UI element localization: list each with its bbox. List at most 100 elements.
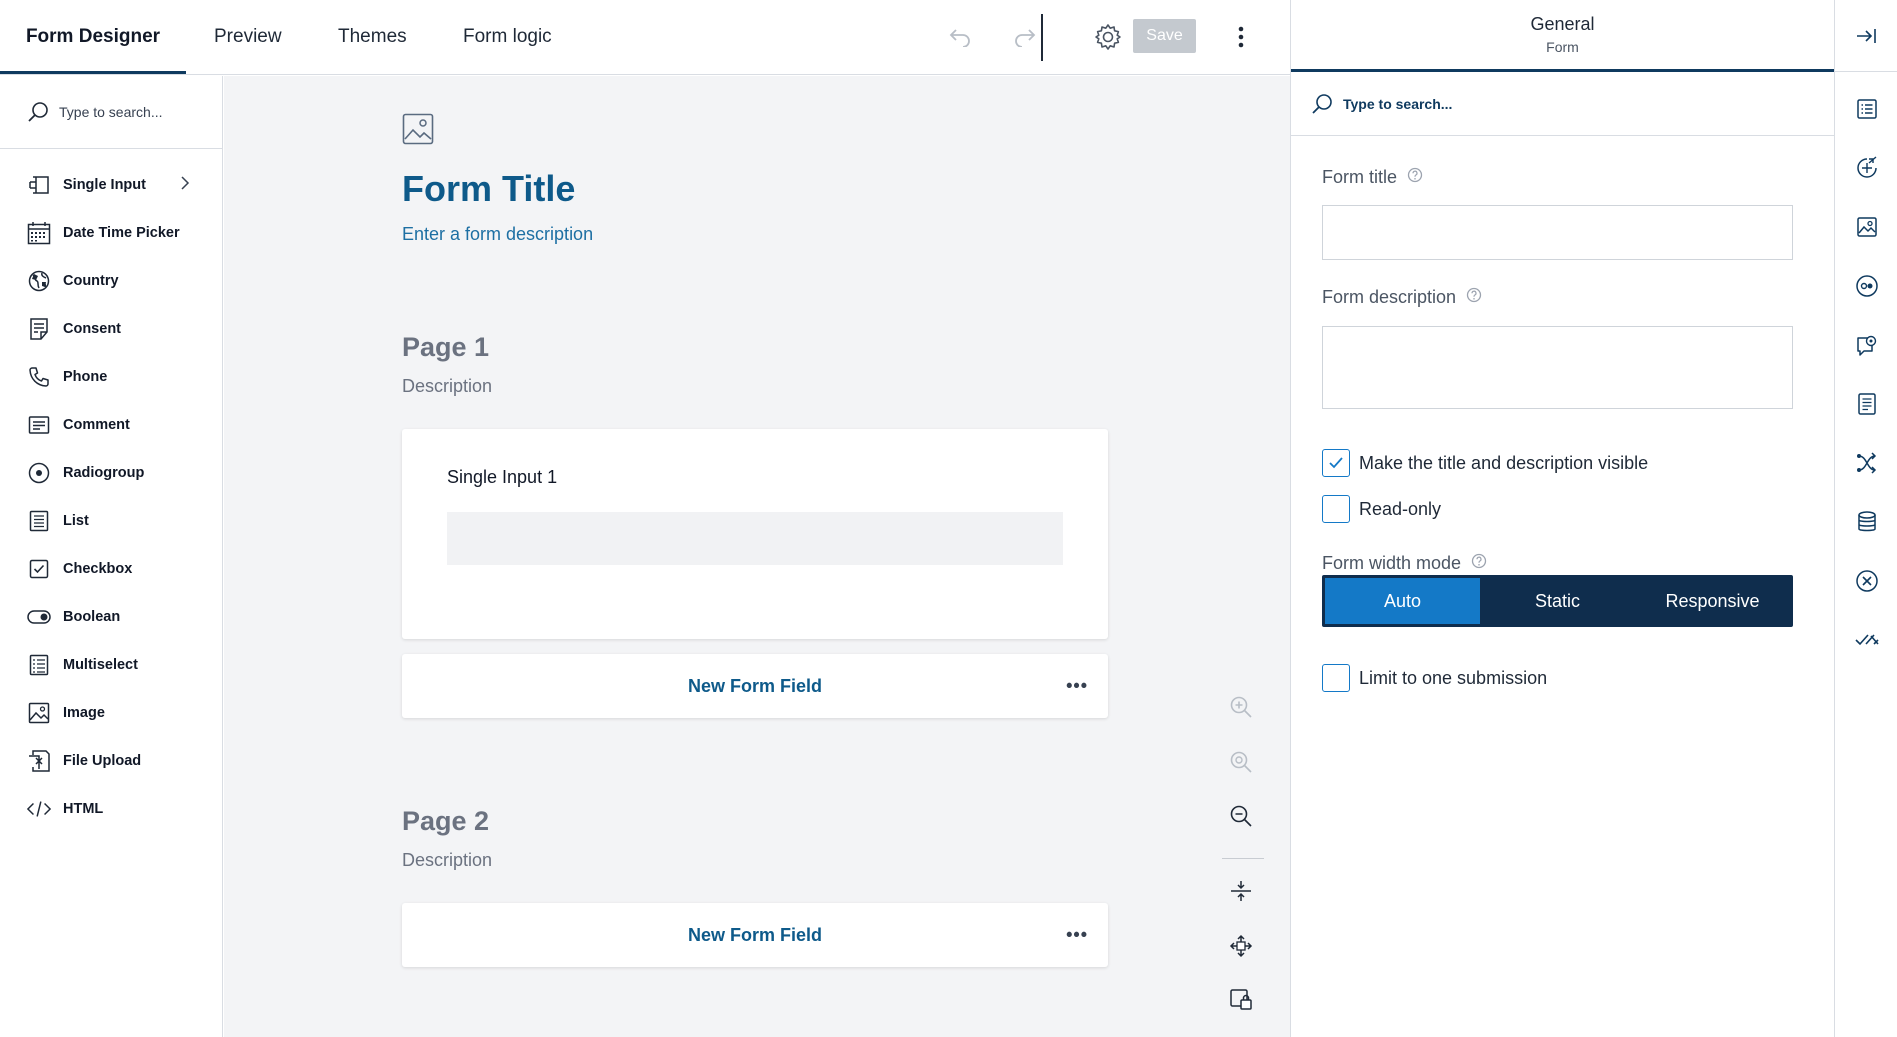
toolbox-item-file-upload[interactable]: File Upload — [0, 741, 222, 781]
more-options-icon[interactable]: ••• — [1066, 676, 1088, 697]
form-description[interactable]: Enter a form description — [402, 224, 593, 245]
undo-icon[interactable] — [943, 20, 977, 54]
form-description-label: Form description — [1322, 287, 1482, 308]
logic-category-icon[interactable] — [1853, 449, 1881, 477]
toolbox-item-radiogroup[interactable]: Radiogroup — [0, 453, 222, 493]
completion-category-icon[interactable] — [1853, 626, 1881, 654]
toolbox-item-label: Phone — [63, 369, 108, 385]
tab-form-logic[interactable]: Form logic — [463, 0, 552, 74]
more-options-icon[interactable]: ••• — [1066, 925, 1088, 946]
visible-title-checkbox[interactable]: Make the title and description visible — [1322, 449, 1648, 477]
new-form-field-button[interactable]: New Form Field ••• — [402, 903, 1108, 967]
code-icon — [27, 797, 51, 821]
toolbox-item-label: Date Time Picker — [63, 225, 180, 241]
zoom-in-icon[interactable] — [1226, 692, 1256, 722]
more-vertical-icon[interactable] — [1224, 20, 1258, 54]
form-width-mode-label-text: Form width mode — [1322, 553, 1462, 573]
toolbox-item-date-time-picker[interactable]: Date Time Picker — [0, 213, 222, 253]
general-category-icon[interactable] — [1853, 95, 1881, 123]
tab-preview[interactable]: Preview — [214, 0, 282, 74]
single-input-field[interactable] — [447, 512, 1063, 565]
page-2-title[interactable]: Page 2 — [402, 806, 489, 837]
zoom-separator — [1222, 858, 1264, 859]
tab-themes[interactable]: Themes — [338, 0, 407, 74]
form-title[interactable]: Form Title — [402, 168, 575, 210]
form-title-input[interactable] — [1322, 205, 1793, 260]
pages-settings-icon[interactable] — [1853, 331, 1881, 359]
expand-all-icon[interactable] — [1226, 931, 1256, 961]
toolbox-search[interactable]: Type to search... — [0, 76, 222, 149]
phone-icon — [27, 365, 51, 389]
toolbox-item-label: File Upload — [63, 753, 142, 769]
checkbox-box[interactable] — [1322, 449, 1350, 477]
toolbox-item-label: Checkbox — [63, 561, 133, 577]
toolbox-item-label: Country — [63, 273, 119, 289]
checkbox-icon — [27, 557, 51, 581]
gear-icon[interactable] — [1091, 20, 1125, 54]
width-mode-static[interactable]: Static — [1480, 578, 1635, 624]
toolbar-separator — [1041, 14, 1043, 61]
width-mode-auto[interactable]: Auto — [1325, 578, 1480, 624]
property-panel-title: General — [1530, 14, 1595, 34]
new-form-field-button[interactable]: New Form Field ••• — [402, 654, 1108, 718]
page-1-title[interactable]: Page 1 — [402, 332, 489, 363]
toolbox-item-single-input[interactable]: Single Input — [0, 165, 222, 205]
checkbox-box[interactable] — [1322, 664, 1350, 692]
zoom-reset-icon[interactable] — [1226, 747, 1256, 777]
multiselect-icon — [27, 653, 51, 677]
form-title-label: Form title — [1322, 167, 1423, 188]
calendar-icon — [27, 221, 51, 245]
toolbox-item-boolean[interactable]: Boolean — [0, 597, 222, 637]
toolbox-item-label: Comment — [63, 417, 130, 433]
navigation-category-icon[interactable] — [1853, 154, 1881, 182]
property-search[interactable]: Type to search... — [1291, 72, 1834, 136]
redo-icon[interactable] — [1008, 20, 1042, 54]
collapse-all-icon[interactable] — [1226, 876, 1256, 906]
data-category-icon[interactable] — [1853, 390, 1881, 418]
single-input-icon — [27, 173, 51, 197]
checkbox-box[interactable] — [1322, 495, 1350, 523]
comment-icon — [27, 413, 51, 437]
design-canvas: Form Title Enter a form description Page… — [224, 76, 1290, 1037]
property-category-rail — [1834, 0, 1897, 1037]
question-settings-icon[interactable] — [1853, 272, 1881, 300]
limit-submission-label: Limit to one submission — [1359, 667, 1548, 688]
page-2-description[interactable]: Description — [402, 850, 492, 871]
tab-form-designer[interactable]: Form Designer — [0, 0, 186, 74]
save-button[interactable]: Save — [1133, 19, 1196, 53]
chevron-right-icon — [180, 175, 190, 196]
toolbox-item-country[interactable]: Country — [0, 261, 222, 301]
globe-icon — [27, 269, 51, 293]
toolbox-item-label: List — [63, 513, 89, 529]
toolbox-panel: Type to search... Single Input Date Time… — [0, 76, 223, 1037]
validation-category-icon[interactable] — [1853, 567, 1881, 595]
form-description-textarea[interactable] — [1322, 326, 1793, 409]
help-icon[interactable] — [1407, 167, 1423, 188]
logo-category-icon[interactable] — [1853, 213, 1881, 241]
database-icon[interactable] — [1853, 508, 1881, 536]
lock-question-icon[interactable] — [1226, 984, 1256, 1014]
search-icon — [1312, 93, 1332, 114]
toolbox-item-multiselect[interactable]: Multiselect — [0, 645, 222, 685]
logo-placeholder-icon[interactable] — [402, 113, 434, 150]
toolbox-item-html[interactable]: HTML — [0, 789, 222, 829]
read-only-checkbox[interactable]: Read-only — [1322, 495, 1441, 523]
toolbox-item-label: Consent — [63, 321, 121, 337]
toolbox-item-comment[interactable]: Comment — [0, 405, 222, 445]
width-mode-responsive[interactable]: Responsive — [1635, 578, 1790, 624]
zoom-out-icon[interactable] — [1226, 801, 1256, 831]
question-title[interactable]: Single Input 1 — [447, 467, 557, 488]
toolbox-item-checkbox[interactable]: Checkbox — [0, 549, 222, 589]
help-icon[interactable] — [1466, 287, 1482, 308]
question-card[interactable]: Single Input 1 — [402, 429, 1108, 639]
toolbox-item-consent[interactable]: Consent — [0, 309, 222, 349]
limit-submission-checkbox[interactable]: Limit to one submission — [1322, 664, 1547, 692]
collapse-panel-button[interactable] — [1835, 0, 1897, 72]
page-1-description[interactable]: Description — [402, 376, 492, 397]
toolbox-item-list[interactable]: List — [0, 501, 222, 541]
help-icon[interactable] — [1471, 553, 1487, 574]
toolbox-item-phone[interactable]: Phone — [0, 357, 222, 397]
form-width-mode-segmented: Auto Static Responsive — [1322, 575, 1793, 627]
toggle-icon — [27, 605, 51, 629]
toolbox-item-image[interactable]: Image — [0, 693, 222, 733]
